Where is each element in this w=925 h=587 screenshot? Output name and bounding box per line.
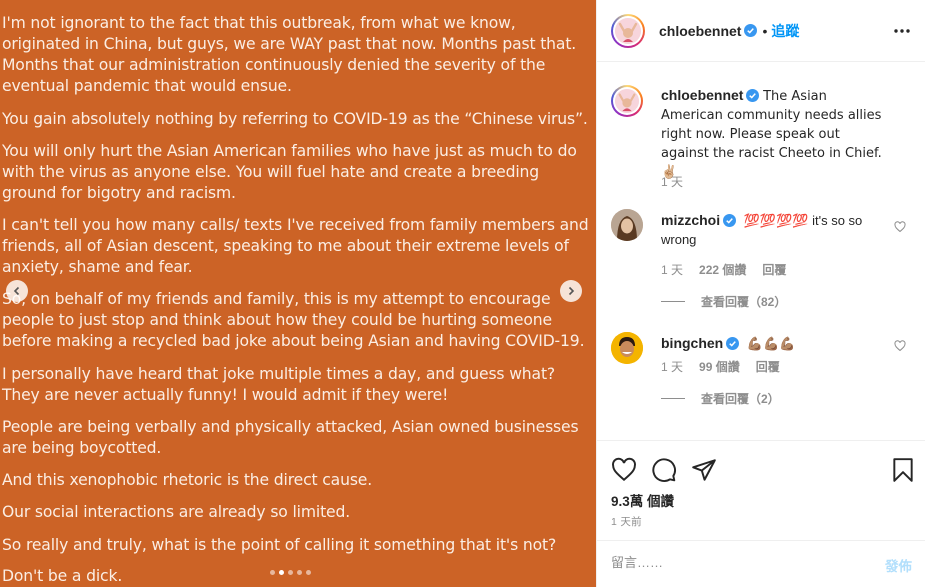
- carousel-indicator: [270, 570, 311, 575]
- carousel-next-button[interactable]: [560, 280, 582, 302]
- comment-meta: 1 天 99 個讚 回覆: [661, 358, 780, 375]
- post-text-paragraph: You gain absolutely nothing by referring…: [2, 110, 588, 128]
- post-actions: 9.3萬 個讚 1 天前: [597, 440, 925, 540]
- comment-input[interactable]: [611, 555, 861, 570]
- comment-icon[interactable]: [651, 457, 677, 483]
- reply-button[interactable]: 回覆: [762, 261, 786, 278]
- post-text-paragraph: So, on behalf of my friends and family, …: [2, 290, 585, 350]
- post-text-paragraph: I'm not ignorant to the fact that this o…: [2, 14, 577, 95]
- bookmark-icon[interactable]: [890, 457, 916, 483]
- timestamp[interactable]: 1 天: [661, 261, 683, 278]
- profile-photo-icon: [615, 89, 639, 113]
- comment-item: bingchen 💪🏽💪🏽💪🏽 1 天 99 個讚 回覆 查看回覆（2）: [611, 332, 916, 432]
- carousel-prev-button[interactable]: [6, 280, 28, 302]
- post-text-paragraph: People are being verbally and physically…: [2, 418, 579, 457]
- carousel-dot: [306, 570, 311, 575]
- avatar[interactable]: [611, 209, 643, 241]
- view-replies-label: 查看回覆（2）: [701, 392, 780, 406]
- view-replies-button[interactable]: 查看回覆（82）: [661, 293, 786, 310]
- verified-badge-icon: [723, 214, 737, 227]
- divider-line: [661, 398, 685, 399]
- view-replies-label: 查看回覆（82）: [701, 295, 787, 309]
- caption-meta: 1 天: [661, 173, 683, 190]
- post-text-paragraph: Our social interactions are already so l…: [2, 503, 351, 521]
- comment-body: bingchen 💪🏽💪🏽💪🏽: [661, 334, 887, 354]
- divider-line: [661, 301, 685, 302]
- timestamp[interactable]: 1 天: [661, 358, 683, 375]
- profile-photo-icon: [611, 332, 643, 364]
- post-header: chloebennet • 追蹤: [597, 0, 925, 62]
- comment-item: mizzchoi 💯💯💯💯 it's so so wrong 1 天 222 個…: [611, 209, 916, 309]
- verified-badge-icon: [744, 24, 758, 37]
- post-text-paragraph: So really and truly, what is the point o…: [2, 536, 557, 554]
- separator-dot: •: [762, 22, 768, 39]
- username-link[interactable]: bingchen: [661, 335, 723, 351]
- comment-meta: 1 天 222 個讚 回覆: [661, 261, 786, 278]
- comment-emoji: 💪🏽💪🏽💪🏽: [746, 337, 796, 352]
- verified-badge-icon: [726, 337, 740, 350]
- post-comment-button[interactable]: 發佈: [885, 555, 912, 575]
- post-text-paragraph: You will only hurt the Asian American fa…: [2, 142, 577, 202]
- username-link[interactable]: chloebennet: [659, 23, 741, 39]
- timestamp[interactable]: 1 天: [661, 173, 683, 190]
- heart-icon[interactable]: [611, 457, 637, 483]
- post-date[interactable]: 1 天前: [611, 514, 642, 529]
- carousel-dot: [297, 570, 302, 575]
- view-replies-button[interactable]: 查看回覆（2）: [661, 390, 780, 407]
- share-icon[interactable]: [691, 457, 717, 483]
- comment-likes-count[interactable]: 99 個讚: [699, 358, 740, 375]
- avatar[interactable]: [611, 13, 645, 48]
- follow-button[interactable]: 追蹤: [771, 21, 799, 41]
- profile-photo-icon: [611, 209, 643, 241]
- add-comment-bar: 發佈: [597, 540, 925, 587]
- caption: chloebennet The Asian American community…: [611, 85, 916, 189]
- avatar[interactable]: [611, 332, 643, 364]
- caption-body: chloebennet The Asian American community…: [661, 86, 887, 182]
- username-link[interactable]: mizzchoi: [661, 212, 720, 228]
- comment-likes-count[interactable]: 222 個讚: [699, 261, 746, 278]
- chevron-left-icon: [13, 286, 20, 296]
- post-text-paragraph: I can't tell you how many calls/ texts I…: [2, 216, 589, 276]
- carousel-dot: [279, 570, 284, 575]
- heart-icon[interactable]: [894, 221, 906, 233]
- heart-icon[interactable]: [894, 340, 906, 352]
- carousel-dot: [288, 570, 293, 575]
- post-text-paragraph: I personally have heard that joke multip…: [2, 365, 556, 404]
- more-horizontal-icon[interactable]: [893, 24, 911, 38]
- username-link[interactable]: chloebennet: [661, 87, 743, 103]
- carousel-dot: [270, 570, 275, 575]
- likes-count[interactable]: 9.3萬 個讚: [611, 490, 674, 510]
- comment-body: mizzchoi 💯💯💯💯 it's so so wrong: [661, 211, 887, 249]
- post-text-paragraph: And this xenophobic rhetoric is the dire…: [2, 471, 373, 489]
- reply-button[interactable]: 回覆: [756, 358, 780, 375]
- profile-photo-icon: [615, 17, 641, 44]
- chevron-right-icon: [568, 286, 575, 296]
- verified-badge-icon: [746, 89, 760, 102]
- post-image: I'm not ignorant to the fact that this o…: [0, 0, 596, 587]
- comments-list[interactable]: chloebennet The Asian American community…: [597, 63, 925, 439]
- avatar[interactable]: [611, 85, 643, 117]
- post-side-panel: chloebennet • 追蹤 chloebennet The Asian A…: [596, 0, 925, 587]
- comment-emoji: 💯💯💯💯: [743, 214, 809, 229]
